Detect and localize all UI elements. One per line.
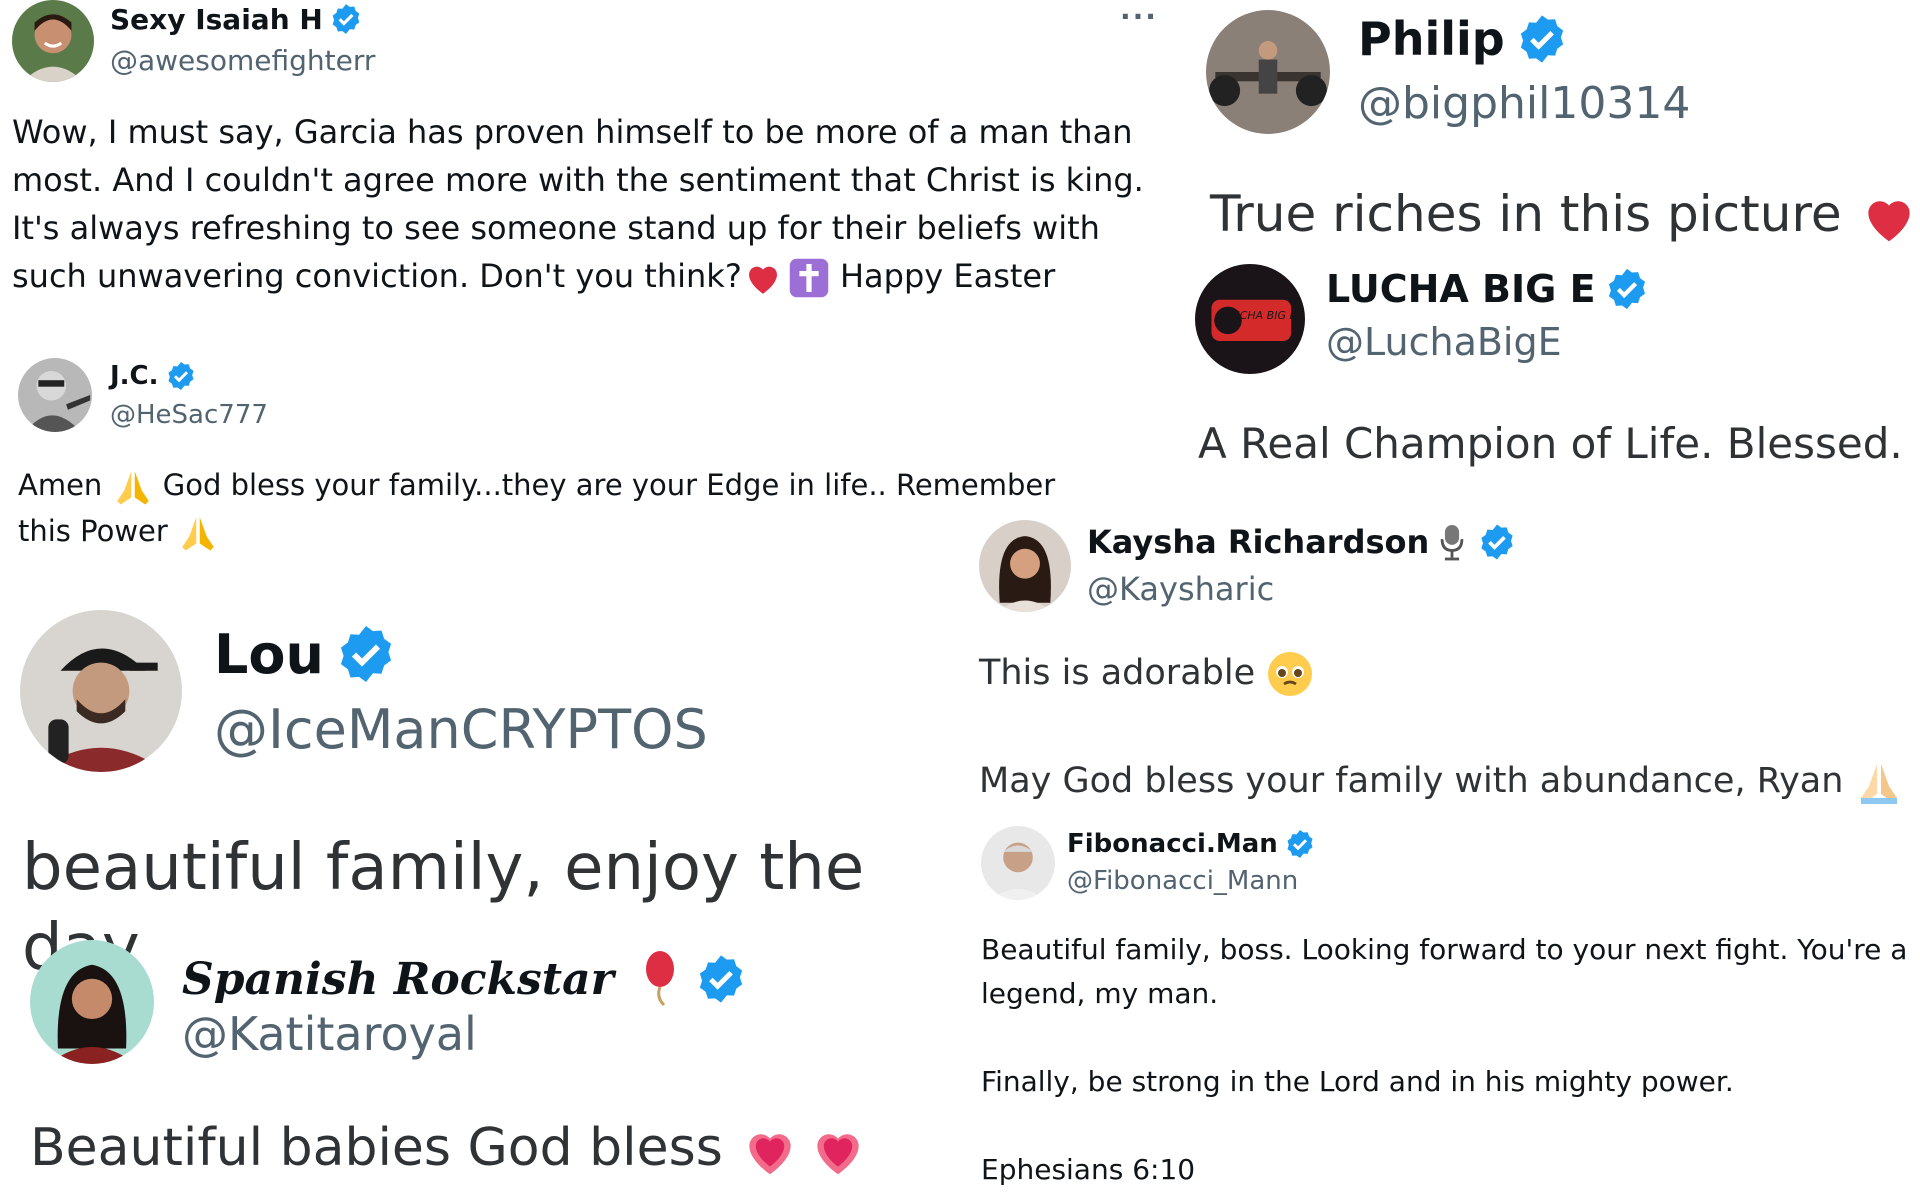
avatar[interactable] <box>1206 10 1330 134</box>
display-name[interactable]: Fibonacci.Man <box>1067 828 1316 860</box>
tweet-jc: J.C. @HeSac777 Amen God bless your famil… <box>0 350 1060 570</box>
tweet-text: True riches in this picture <box>1210 180 1920 249</box>
tweet-spanish-rockstar: Spanish Rockstar @Katitaroyal Beautiful … <box>0 935 960 1200</box>
handle[interactable]: @Katitaroyal <box>182 1007 477 1061</box>
tweet-text: A Real Champion of Life. Blessed. <box>1198 419 1903 468</box>
tweet-lucha-big-e: LUCHA BIG E LUCHA BIG E @LuchaBigE A Rea… <box>1190 258 1920 478</box>
avatar[interactable] <box>18 358 92 432</box>
more-options-icon[interactable]: ··· <box>1120 0 1158 33</box>
handle[interactable]: @awesomefighterr <box>110 44 375 77</box>
tweet-text-paragraph-2: Finally, be strong in the Lord and in hi… <box>981 1065 1734 1098</box>
display-name[interactable]: Lou <box>214 622 398 686</box>
tweet-text-paragraph-1: Beautiful family, boss. Looking forward … <box>981 933 1908 1010</box>
tweet-text: Amen God bless your family...they are yo… <box>18 462 1058 554</box>
avatar[interactable] <box>981 826 1055 900</box>
display-name[interactable]: Kaysha Richardson <box>1087 522 1517 562</box>
verified-badge-icon <box>1287 830 1313 858</box>
pleading-face-emoji <box>1268 652 1313 696</box>
tweet-lou: Lou @IceManCRYPTOS beautiful family, enj… <box>0 600 960 985</box>
handle[interactable]: @Fibonacci_Mann <box>1067 866 1298 896</box>
display-name[interactable]: Sexy Isaiah H <box>110 2 363 36</box>
verified-badge-icon <box>167 362 194 390</box>
handle[interactable]: @LuchaBigE <box>1326 320 1562 364</box>
display-name[interactable]: LUCHA BIG E <box>1326 266 1650 312</box>
heart-emoji <box>817 1134 859 1175</box>
handle[interactable]: @IceManCRYPTOS <box>214 698 708 761</box>
tweet-text-line-2: May God bless your family with abundance… <box>979 754 1919 808</box>
verified-badge-icon <box>699 955 742 1003</box>
avatar[interactable] <box>20 610 182 772</box>
tweet-text: This is adorable May God bless your fami… <box>979 646 1919 808</box>
verified-badge-icon <box>340 626 392 682</box>
red-balloon-emoji <box>645 951 674 1007</box>
avatar[interactable] <box>30 940 154 1064</box>
avatar[interactable] <box>12 0 94 82</box>
microphone-emoji <box>1440 525 1464 561</box>
handle[interactable]: @bigphil10314 <box>1358 78 1690 129</box>
avatar[interactable] <box>979 520 1071 612</box>
handle[interactable]: @HeSac777 <box>110 400 268 430</box>
heart-emoji <box>749 1134 791 1175</box>
display-name[interactable]: Philip <box>1358 12 1569 66</box>
verified-badge-icon <box>1520 15 1563 63</box>
tweet-text: Beautiful family, boss. Looking forward … <box>981 928 1920 1192</box>
folded-hands-emoji <box>182 517 214 551</box>
tweet-text: Wow, I must say, Garcia has proven himse… <box>12 108 1162 300</box>
tweet-text-paragraph-3: Ephesians 6:10 <box>981 1153 1196 1186</box>
red-heart-emoji <box>1867 200 1910 241</box>
folded-hands-emoji <box>1860 764 1897 804</box>
tweet-fibonacci-man: Fibonacci.Man @Fibonacci_Mann Beautiful … <box>975 822 1920 1200</box>
verified-badge-icon <box>1481 524 1513 560</box>
tweet-kaysha-richardson: Kaysha Richardson @Kaysharic This is ado… <box>975 518 1920 818</box>
tweet-isaiah: Sexy Isaiah H @awesomefighterr ··· Wow, … <box>0 0 1160 330</box>
verified-badge-icon <box>1608 268 1645 310</box>
verified-badge-icon <box>332 4 360 34</box>
handle[interactable]: @Kaysharic <box>1087 570 1274 608</box>
folded-hands-emoji <box>116 471 149 505</box>
tweet-text-line-1: This is adorable <box>979 646 1919 700</box>
tweet-text: Beautiful babies God bless <box>30 1113 960 1183</box>
latin-cross-emoji <box>789 258 829 298</box>
tweet-philip: Philip @bigphil10314 True riches in this… <box>1190 0 1920 255</box>
display-name[interactable]: Spanish Rockstar <box>182 949 748 1009</box>
avatar[interactable]: LUCHA BIG E <box>1195 264 1305 374</box>
lucha-logo-text: LUCHA BIG E <box>1226 309 1297 322</box>
red-heart-emoji <box>748 266 777 294</box>
display-name[interactable]: J.C. <box>110 360 197 392</box>
